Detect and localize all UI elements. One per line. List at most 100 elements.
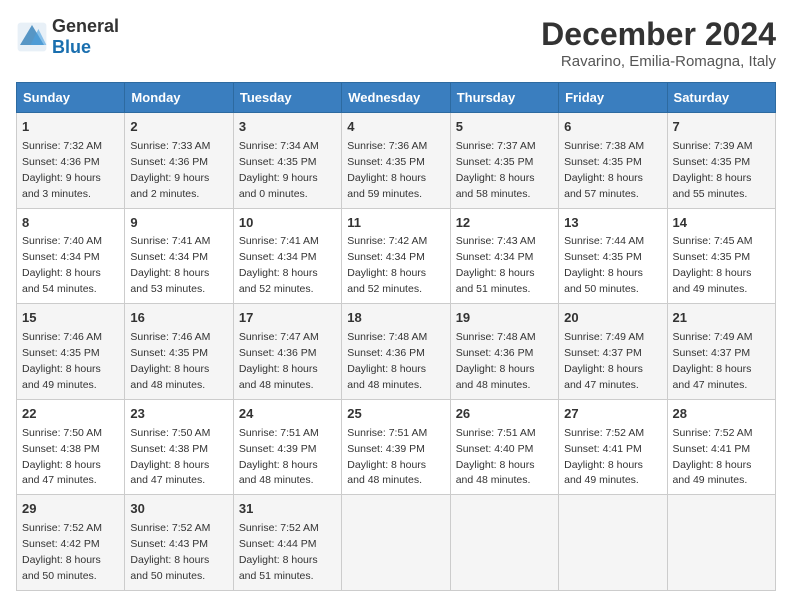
day-number: 5: [456, 118, 553, 137]
day-info: Sunrise: 7:48 AMSunset: 4:36 PMDaylight:…: [456, 331, 536, 391]
day-info: Sunrise: 7:50 AMSunset: 4:38 PMDaylight:…: [22, 427, 102, 487]
week-row-3: 15 Sunrise: 7:46 AMSunset: 4:35 PMDayligh…: [17, 304, 776, 400]
day-info: Sunrise: 7:42 AMSunset: 4:34 PMDaylight:…: [347, 235, 427, 295]
day-info: Sunrise: 7:33 AMSunset: 4:36 PMDaylight:…: [130, 140, 210, 200]
day-number: 12: [456, 214, 553, 233]
day-number: 31: [239, 500, 336, 519]
day-number: 8: [22, 214, 119, 233]
logo-icon: [16, 21, 48, 53]
day-number: 3: [239, 118, 336, 137]
day-cell: 14 Sunrise: 7:45 AMSunset: 4:35 PMDayligh…: [667, 208, 775, 304]
day-cell: 10 Sunrise: 7:41 AMSunset: 4:34 PMDayligh…: [233, 208, 341, 304]
day-info: Sunrise: 7:49 AMSunset: 4:37 PMDaylight:…: [673, 331, 753, 391]
day-number: 10: [239, 214, 336, 233]
day-cell: [559, 495, 667, 591]
day-cell: 23Sunrise: 7:50 AMSunset: 4:38 PMDayligh…: [125, 399, 233, 495]
day-info: Sunrise: 7:36 AMSunset: 4:35 PMDaylight:…: [347, 140, 427, 200]
day-cell: 22 Sunrise: 7:50 AMSunset: 4:38 PMDayligh…: [17, 399, 125, 495]
day-cell: 26 Sunrise: 7:51 AMSunset: 4:40 PMDayligh…: [450, 399, 558, 495]
day-cell: 6Sunrise: 7:38 AMSunset: 4:35 PMDaylight…: [559, 113, 667, 209]
day-number: 28: [673, 405, 770, 424]
day-cell: 28 Sunrise: 7:52 AMSunset: 4:41 PMDayligh…: [667, 399, 775, 495]
day-info: Sunrise: 7:49 AMSunset: 4:37 PMDaylight:…: [564, 331, 644, 391]
day-info: Sunrise: 7:44 AMSunset: 4:35 PMDaylight:…: [564, 235, 644, 295]
day-cell: 25Sunrise: 7:51 AMSunset: 4:39 PMDayligh…: [342, 399, 450, 495]
day-info: Sunrise: 7:51 AMSunset: 4:40 PMDaylight:…: [456, 427, 536, 487]
day-info: Sunrise: 7:52 AMSunset: 4:43 PMDaylight:…: [130, 522, 210, 582]
day-cell: [667, 495, 775, 591]
day-info: Sunrise: 7:40 AMSunset: 4:34 PMDaylight:…: [22, 235, 102, 295]
day-cell: 5Sunrise: 7:37 AMSunset: 4:35 PMDaylight…: [450, 113, 558, 209]
subtitle: Ravarino, Emilia-Romagna, Italy: [541, 53, 776, 70]
day-info: Sunrise: 7:52 AMSunset: 4:41 PMDaylight:…: [673, 427, 753, 487]
week-row-4: 22 Sunrise: 7:50 AMSunset: 4:38 PMDayligh…: [17, 399, 776, 495]
day-cell: 31 Sunrise: 7:52 AMSunset: 4:44 PMDayligh…: [233, 495, 341, 591]
day-info: Sunrise: 7:48 AMSunset: 4:36 PMDaylight:…: [347, 331, 427, 391]
day-cell: 29 Sunrise: 7:52 AMSunset: 4:42 PMDayligh…: [17, 495, 125, 591]
day-cell: 12Sunrise: 7:43 AMSunset: 4:34 PMDayligh…: [450, 208, 558, 304]
day-number: 18: [347, 309, 444, 328]
day-number: 14: [673, 214, 770, 233]
weekday-saturday: Saturday: [667, 83, 775, 113]
day-cell: 18 Sunrise: 7:48 AMSunset: 4:36 PMDayligh…: [342, 304, 450, 400]
header: General Blue December 2024 Ravarino, Emi…: [16, 16, 776, 70]
day-info: Sunrise: 7:45 AMSunset: 4:35 PMDaylight:…: [673, 235, 753, 295]
day-cell: 9 Sunrise: 7:41 AMSunset: 4:34 PMDaylight…: [125, 208, 233, 304]
day-number: 6: [564, 118, 661, 137]
day-number: 17: [239, 309, 336, 328]
weekday-thursday: Thursday: [450, 83, 558, 113]
day-cell: 30Sunrise: 7:52 AMSunset: 4:43 PMDayligh…: [125, 495, 233, 591]
day-info: Sunrise: 7:46 AMSunset: 4:35 PMDaylight:…: [22, 331, 102, 391]
day-number: 24: [239, 405, 336, 424]
day-number: 26: [456, 405, 553, 424]
day-cell: [342, 495, 450, 591]
day-info: Sunrise: 7:52 AMSunset: 4:44 PMDaylight:…: [239, 522, 319, 582]
day-number: 9: [130, 214, 227, 233]
day-info: Sunrise: 7:46 AMSunset: 4:35 PMDaylight:…: [130, 331, 210, 391]
day-number: 27: [564, 405, 661, 424]
calendar-body: 1Sunrise: 7:32 AMSunset: 4:36 PMDaylight…: [17, 113, 776, 591]
day-cell: 3 Sunrise: 7:34 AMSunset: 4:35 PMDaylight…: [233, 113, 341, 209]
day-cell: 20 Sunrise: 7:49 AMSunset: 4:37 PMDayligh…: [559, 304, 667, 400]
day-info: Sunrise: 7:47 AMSunset: 4:36 PMDaylight:…: [239, 331, 319, 391]
day-number: 16: [130, 309, 227, 328]
week-row-5: 29 Sunrise: 7:52 AMSunset: 4:42 PMDayligh…: [17, 495, 776, 591]
day-cell: 16 Sunrise: 7:46 AMSunset: 4:35 PMDayligh…: [125, 304, 233, 400]
day-info: Sunrise: 7:51 AMSunset: 4:39 PMDaylight:…: [347, 427, 427, 487]
day-number: 20: [564, 309, 661, 328]
day-cell: 8 Sunrise: 7:40 AMSunset: 4:34 PMDaylight…: [17, 208, 125, 304]
day-cell: 21 Sunrise: 7:49 AMSunset: 4:37 PMDayligh…: [667, 304, 775, 400]
day-cell: 13 Sunrise: 7:44 AMSunset: 4:35 PMDayligh…: [559, 208, 667, 304]
main-title: December 2024: [541, 16, 776, 53]
day-number: 22: [22, 405, 119, 424]
day-number: 2: [130, 118, 227, 137]
day-number: 21: [673, 309, 770, 328]
day-cell: 11 Sunrise: 7:42 AMSunset: 4:34 PMDayligh…: [342, 208, 450, 304]
day-number: 15: [22, 309, 119, 328]
day-cell: [450, 495, 558, 591]
day-number: 29: [22, 500, 119, 519]
day-info: Sunrise: 7:52 AMSunset: 4:42 PMDaylight:…: [22, 522, 102, 582]
day-info: Sunrise: 7:51 AMSunset: 4:39 PMDaylight:…: [239, 427, 319, 487]
logo-general: General: [52, 16, 119, 36]
logo-blue: Blue: [52, 37, 91, 57]
weekday-tuesday: Tuesday: [233, 83, 341, 113]
day-info: Sunrise: 7:41 AMSunset: 4:34 PMDaylight:…: [239, 235, 319, 295]
day-cell: 19 Sunrise: 7:48 AMSunset: 4:36 PMDayligh…: [450, 304, 558, 400]
day-cell: 2 Sunrise: 7:33 AMSunset: 4:36 PMDaylight…: [125, 113, 233, 209]
week-row-1: 1Sunrise: 7:32 AMSunset: 4:36 PMDaylight…: [17, 113, 776, 209]
day-info: Sunrise: 7:39 AMSunset: 4:35 PMDaylight:…: [673, 140, 753, 200]
calendar-header: SundayMondayTuesdayWednesdayThursdayFrid…: [17, 83, 776, 113]
day-cell: 27Sunrise: 7:52 AMSunset: 4:41 PMDayligh…: [559, 399, 667, 495]
day-number: 11: [347, 214, 444, 233]
weekday-header-row: SundayMondayTuesdayWednesdayThursdayFrid…: [17, 83, 776, 113]
day-info: Sunrise: 7:41 AMSunset: 4:34 PMDaylight:…: [130, 235, 210, 295]
day-cell: 1Sunrise: 7:32 AMSunset: 4:36 PMDaylight…: [17, 113, 125, 209]
day-info: Sunrise: 7:34 AMSunset: 4:35 PMDaylight:…: [239, 140, 319, 200]
day-info: Sunrise: 7:32 AMSunset: 4:36 PMDaylight:…: [22, 140, 102, 200]
weekday-monday: Monday: [125, 83, 233, 113]
day-cell: 7Sunrise: 7:39 AMSunset: 4:35 PMDaylight…: [667, 113, 775, 209]
day-number: 13: [564, 214, 661, 233]
day-cell: 15 Sunrise: 7:46 AMSunset: 4:35 PMDayligh…: [17, 304, 125, 400]
day-number: 19: [456, 309, 553, 328]
